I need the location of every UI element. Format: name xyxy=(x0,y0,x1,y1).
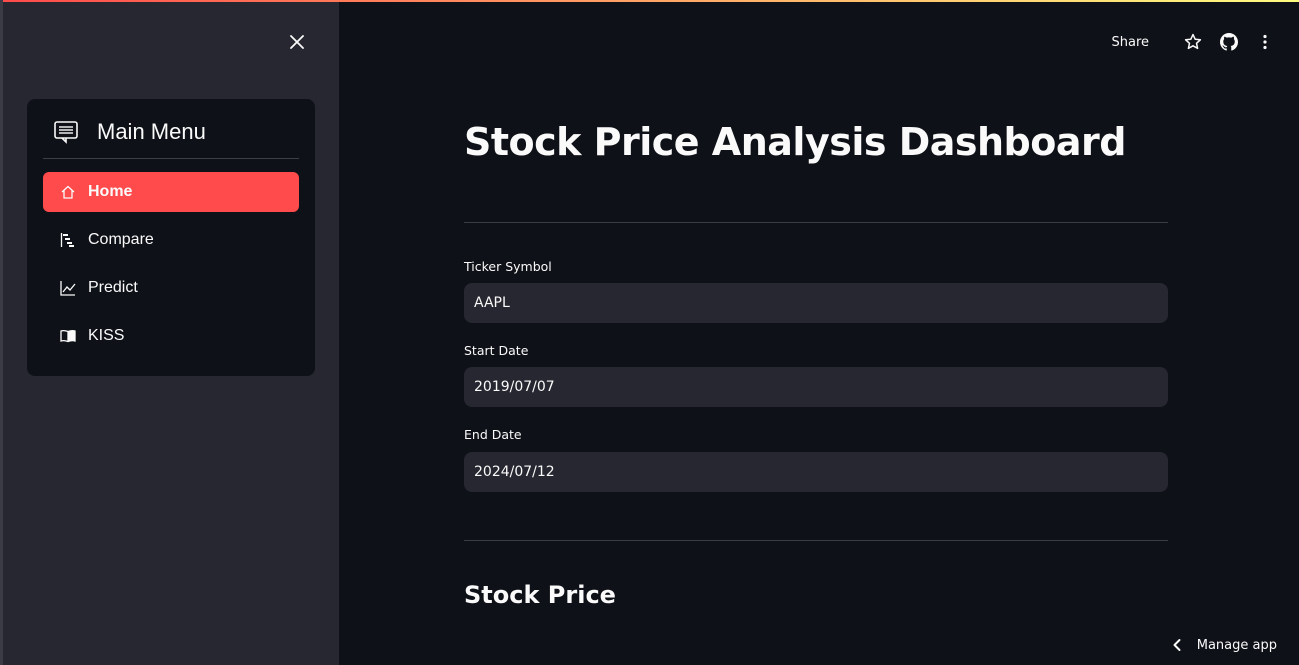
ticker-symbol-label: Ticker Symbol xyxy=(464,259,552,274)
manage-app-button[interactable]: Manage app xyxy=(1169,637,1277,653)
menu-list-icon xyxy=(53,119,79,145)
menu-items: Home Compare Predict KISS xyxy=(43,172,299,364)
section-title-stock-price: Stock Price xyxy=(464,581,616,609)
more-vertical-icon[interactable] xyxy=(1255,32,1275,52)
ticker-symbol-input[interactable] xyxy=(464,283,1168,323)
sidebar: Main Menu Home Compare Predict KISS xyxy=(3,0,339,665)
menu-item-home[interactable]: Home xyxy=(43,172,299,212)
chevron-left-icon xyxy=(1169,637,1185,653)
menu-item-kiss[interactable]: KISS xyxy=(43,316,299,356)
divider xyxy=(464,222,1168,223)
share-button[interactable]: Share xyxy=(1111,35,1149,50)
graph-up-icon xyxy=(59,279,77,297)
menu-item-predict[interactable]: Predict xyxy=(43,268,299,308)
divider xyxy=(464,540,1168,541)
app-window: Main Menu Home Compare Predict KISS Shar… xyxy=(0,0,1299,665)
start-date-input[interactable] xyxy=(464,367,1168,407)
close-icon[interactable] xyxy=(285,30,309,54)
bar-chart-steps-icon xyxy=(59,231,77,249)
start-date-label: Start Date xyxy=(464,343,529,358)
manage-app-label: Manage app xyxy=(1196,637,1277,653)
book-icon xyxy=(59,327,77,345)
page-title: Stock Price Analysis Dashboard xyxy=(464,120,1126,164)
menu-item-label: KISS xyxy=(88,327,125,344)
end-date-input[interactable] xyxy=(464,452,1168,492)
house-icon xyxy=(59,183,77,201)
menu-item-label: Home xyxy=(88,183,133,200)
menu-item-compare[interactable]: Compare xyxy=(43,220,299,260)
menu-item-label: Predict xyxy=(88,279,138,296)
main-menu-title: Main Menu xyxy=(97,118,206,144)
main-menu-header: Main Menu xyxy=(43,115,299,159)
github-icon[interactable] xyxy=(1219,32,1239,52)
menu-item-label: Compare xyxy=(88,231,154,248)
star-icon[interactable] xyxy=(1183,32,1203,52)
header-toolbar: Share xyxy=(1111,28,1275,56)
end-date-label: End Date xyxy=(464,427,522,442)
main-menu: Main Menu Home Compare Predict KISS xyxy=(27,99,315,376)
top-decoration-bar xyxy=(3,0,1299,2)
